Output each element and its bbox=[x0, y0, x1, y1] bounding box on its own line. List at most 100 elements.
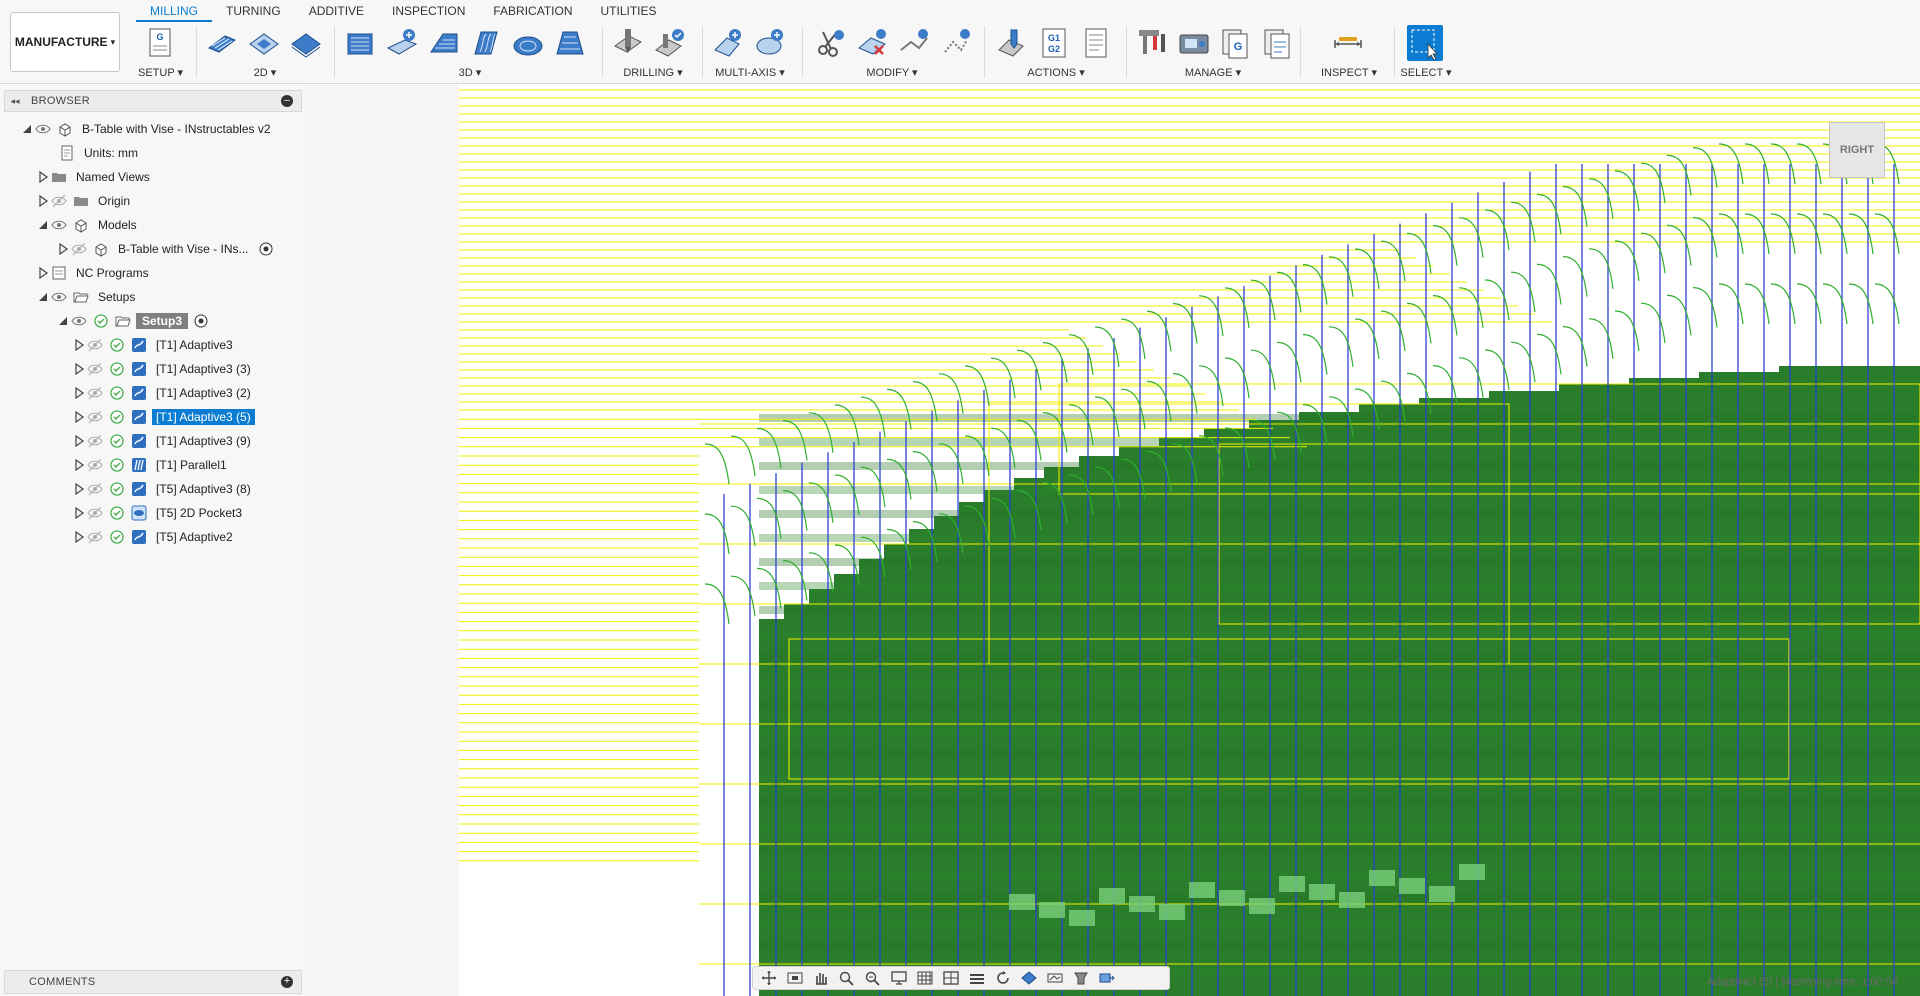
tree-named-views[interactable]: Named Views bbox=[36, 166, 154, 188]
pocket-clearing-button[interactable] bbox=[384, 25, 420, 61]
multi-axis-contour-button[interactable] bbox=[752, 25, 788, 61]
triangle-right-icon[interactable] bbox=[37, 195, 49, 207]
toolpath-points-button[interactable] bbox=[938, 25, 974, 61]
expand-toggle[interactable] bbox=[36, 218, 50, 232]
tree-operation[interactable]: [T1] Adaptive3 (9) bbox=[72, 430, 255, 452]
expand-toggle[interactable] bbox=[36, 170, 50, 184]
hidden-eye-icon[interactable] bbox=[86, 432, 104, 450]
orbit-button[interactable] bbox=[757, 968, 781, 988]
expand-toggle[interactable] bbox=[36, 266, 50, 280]
tool-library-button[interactable] bbox=[1134, 25, 1170, 61]
triangle-right-icon[interactable] bbox=[73, 459, 85, 471]
stock-display-button[interactable] bbox=[965, 968, 989, 988]
effects-button[interactable] bbox=[1069, 968, 1093, 988]
environment-button[interactable] bbox=[1043, 968, 1067, 988]
hidden-eye-icon[interactable] bbox=[86, 336, 104, 354]
tree-model-item[interactable]: B-Table with Vise - INs... bbox=[56, 238, 279, 260]
triangle-right-icon[interactable] bbox=[73, 411, 85, 423]
measure-button[interactable] bbox=[1330, 25, 1366, 61]
multi-axis-menu[interactable]: MULTI-AXIS ▾ bbox=[710, 66, 790, 79]
machine-library-button[interactable] bbox=[1176, 25, 1212, 61]
object-visibility-button[interactable] bbox=[1095, 968, 1119, 988]
tree-setups[interactable]: Setups bbox=[36, 286, 139, 308]
tree-operation[interactable]: [T1] Adaptive3 bbox=[72, 334, 237, 356]
expand-toggle[interactable] bbox=[72, 530, 86, 544]
triangle-right-icon[interactable] bbox=[73, 435, 85, 447]
hidden-eye-icon[interactable] bbox=[86, 528, 104, 546]
rotate-button[interactable] bbox=[991, 968, 1015, 988]
expand-toggle[interactable] bbox=[72, 362, 86, 376]
minimize-browser-button[interactable]: – bbox=[281, 95, 293, 107]
tab-additive[interactable]: ADDITIVE bbox=[295, 0, 378, 22]
viewcube[interactable]: RIGHT bbox=[1829, 122, 1885, 178]
hidden-eye-icon[interactable] bbox=[86, 384, 104, 402]
tree-setup3[interactable]: Setup3 bbox=[56, 310, 214, 332]
expand-toggle[interactable] bbox=[20, 122, 34, 136]
trim-button[interactable] bbox=[812, 25, 848, 61]
graphics-viewport[interactable]: RIGHT bbox=[459, 84, 1920, 996]
tab-turning[interactable]: TURNING bbox=[212, 0, 295, 22]
expand-toggle[interactable] bbox=[36, 194, 50, 208]
hidden-eye-icon[interactable] bbox=[86, 480, 104, 498]
hidden-eye-icon[interactable] bbox=[50, 192, 68, 210]
2d-adaptive-button[interactable] bbox=[204, 25, 240, 61]
hidden-eye-icon[interactable] bbox=[86, 408, 104, 426]
3d-adaptive-button[interactable] bbox=[342, 25, 378, 61]
expand-toggle[interactable] bbox=[72, 506, 86, 520]
triangle-right-icon[interactable] bbox=[37, 267, 49, 279]
expand-toggle[interactable] bbox=[72, 458, 86, 472]
tree-models[interactable]: Models bbox=[36, 214, 141, 236]
triangle-right-icon[interactable] bbox=[73, 507, 85, 519]
new-setup-button[interactable]: G bbox=[142, 25, 178, 61]
add-comment-button[interactable]: + bbox=[281, 976, 293, 988]
workspace-switcher[interactable]: MANUFACTURE ▾ bbox=[10, 12, 120, 72]
3d-menu[interactable]: 3D ▾ bbox=[342, 66, 598, 79]
collapse-panel-icon[interactable]: ◂◂ bbox=[5, 96, 25, 107]
contour-button[interactable] bbox=[552, 25, 588, 61]
pan-button[interactable] bbox=[809, 968, 833, 988]
setup-sheet-button[interactable] bbox=[1078, 25, 1114, 61]
tree-origin[interactable]: Origin bbox=[36, 190, 134, 212]
hidden-eye-icon[interactable] bbox=[86, 456, 104, 474]
visibility-eye-icon[interactable] bbox=[70, 312, 88, 330]
toolpath-edit-button[interactable] bbox=[896, 25, 932, 61]
tree-operation[interactable]: [T1] Adaptive3 (5) bbox=[72, 406, 255, 428]
triangle-right-icon[interactable] bbox=[57, 243, 69, 255]
triangle-down-icon[interactable] bbox=[37, 219, 49, 231]
viewports-button[interactable] bbox=[939, 968, 963, 988]
triangle-right-icon[interactable] bbox=[73, 363, 85, 375]
manage-menu[interactable]: MANAGE ▾ bbox=[1134, 66, 1292, 79]
triangle-right-icon[interactable] bbox=[73, 339, 85, 351]
drilling-menu[interactable]: DRILLING ▾ bbox=[610, 66, 696, 79]
tree-operation[interactable]: [T5] Adaptive3 (8) bbox=[72, 478, 255, 500]
tree-root[interactable]: B-Table with Vise - INstructables v2 bbox=[20, 118, 275, 140]
comments-panel[interactable]: COMMENTS + bbox=[4, 970, 302, 994]
triangle-right-icon[interactable] bbox=[73, 483, 85, 495]
setup-menu[interactable]: SETUP ▾ bbox=[138, 66, 183, 79]
triangle-down-icon[interactable] bbox=[57, 315, 69, 327]
tab-inspection[interactable]: INSPECTION bbox=[378, 0, 479, 22]
expand-toggle[interactable] bbox=[72, 434, 86, 448]
activate-target-icon[interactable] bbox=[257, 240, 275, 258]
2d-menu[interactable]: 2D ▾ bbox=[204, 66, 326, 79]
expand-toggle[interactable] bbox=[72, 482, 86, 496]
post-library-button[interactable]: G bbox=[1218, 25, 1254, 61]
visibility-eye-icon[interactable] bbox=[34, 120, 52, 138]
triangle-down-icon[interactable] bbox=[21, 123, 33, 135]
tree-operation[interactable]: [T1] Parallel1 bbox=[72, 454, 231, 476]
tree-units[interactable]: Units: mm bbox=[44, 142, 142, 164]
triangle-down-icon[interactable] bbox=[37, 291, 49, 303]
visibility-eye-icon[interactable] bbox=[50, 216, 68, 234]
post-process-button[interactable]: G1 G2 bbox=[1036, 25, 1072, 61]
zoom-button[interactable] bbox=[835, 968, 859, 988]
hidden-eye-icon[interactable] bbox=[86, 360, 104, 378]
expand-toggle[interactable] bbox=[56, 314, 70, 328]
toolpath-scene[interactable] bbox=[459, 84, 1920, 996]
display-settings-button[interactable] bbox=[887, 968, 911, 988]
fit-button[interactable] bbox=[861, 968, 885, 988]
expand-toggle[interactable] bbox=[72, 338, 86, 352]
expand-toggle[interactable] bbox=[72, 386, 86, 400]
2d-pocket-button[interactable] bbox=[246, 25, 282, 61]
triangle-right-icon[interactable] bbox=[73, 531, 85, 543]
modify-menu[interactable]: MODIFY ▾ bbox=[812, 66, 972, 79]
